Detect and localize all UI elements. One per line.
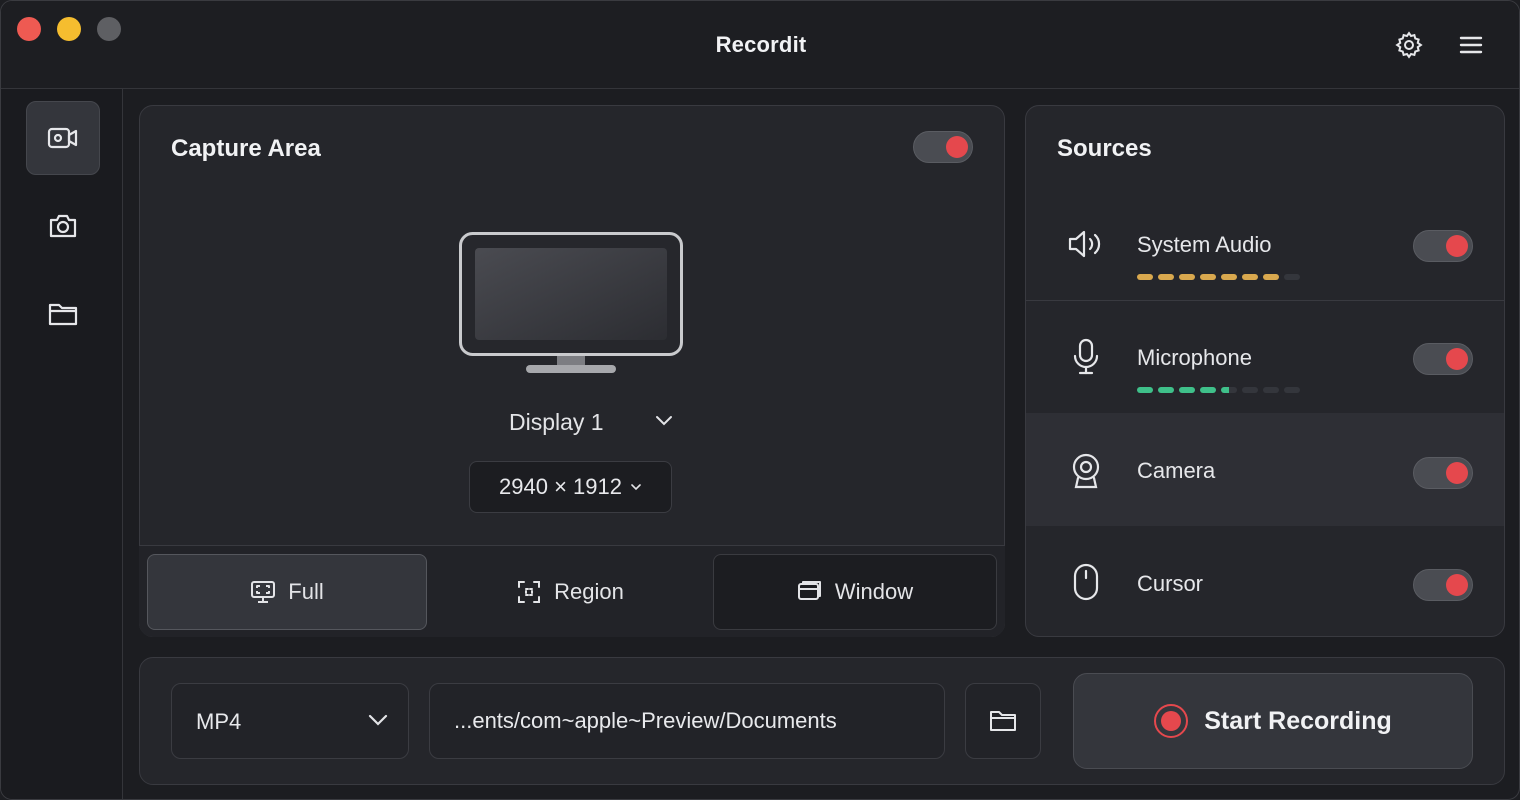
chevron-down-icon	[631, 484, 641, 491]
region-select-icon	[518, 581, 541, 603]
fullscreen-monitor-icon	[251, 581, 276, 603]
app-window: Recordit Capture Area Display 1 2940 × 1…	[0, 0, 1520, 800]
video-camera-icon	[47, 127, 78, 149]
system-audio-toggle[interactable]	[1413, 230, 1473, 262]
meter-segment	[1200, 274, 1216, 280]
webcam-icon	[1072, 453, 1100, 489]
meter-segment	[1158, 387, 1174, 393]
settings-button[interactable]	[1393, 29, 1425, 61]
mode-region-button[interactable]: Region	[435, 554, 705, 630]
camera-icon	[49, 214, 77, 238]
format-value: MP4	[196, 709, 242, 734]
microphone-level-meter	[1137, 387, 1300, 393]
start-recording-label: Start Recording	[1204, 706, 1392, 735]
meter-segment	[1263, 274, 1279, 280]
source-row-system-audio[interactable]: System Audio	[1026, 188, 1504, 301]
chevron-down-icon	[656, 416, 672, 426]
source-row-camera[interactable]: Camera	[1026, 413, 1504, 526]
microphone-toggle[interactable]	[1413, 343, 1473, 375]
source-row-cursor[interactable]: Cursor	[1026, 526, 1504, 636]
meter-segment	[1179, 274, 1195, 280]
capture-area-toggle[interactable]	[913, 131, 973, 163]
save-path-field[interactable]: ...ents/com~apple~Preview/Documents	[429, 683, 945, 759]
mouse-icon	[1073, 563, 1099, 601]
speaker-icon	[1068, 230, 1101, 258]
menu-button[interactable]	[1455, 29, 1487, 61]
display-selector[interactable]: Display 1	[509, 406, 679, 438]
title-bar: Recordit	[1, 1, 1519, 89]
cursor-toggle[interactable]	[1413, 569, 1473, 601]
source-label: Microphone	[1137, 345, 1252, 370]
meter-segment	[1221, 274, 1237, 280]
microphone-icon	[1073, 338, 1099, 375]
meter-segment	[1179, 387, 1195, 393]
system-audio-level-meter	[1137, 274, 1300, 280]
chevron-down-icon	[368, 714, 388, 726]
start-recording-button[interactable]: Start Recording	[1073, 673, 1473, 769]
mode-window-label: Window	[834, 579, 914, 604]
resolution-selector[interactable]: 2940 × 1912	[469, 461, 672, 513]
meter-segment	[1284, 387, 1300, 393]
sources-title: Sources	[1057, 135, 1152, 162]
source-label: Camera	[1137, 458, 1216, 483]
record-icon	[1154, 704, 1189, 738]
resolution-value: 2940 × 1912	[499, 474, 622, 499]
meter-segment	[1200, 387, 1216, 393]
hamburger-menu-icon	[1459, 36, 1483, 54]
meter-segment	[1284, 274, 1300, 280]
mode-full-button[interactable]: Full	[147, 554, 427, 630]
monitor-icon	[459, 232, 683, 373]
mode-region-label: Region	[554, 579, 624, 604]
meter-segment	[1137, 387, 1153, 393]
sidebar	[1, 89, 123, 799]
meter-segment	[1137, 274, 1153, 280]
sidebar-item-screenshot[interactable]	[26, 189, 100, 263]
sidebar-item-record-video[interactable]	[26, 101, 100, 175]
display-label: Display 1	[509, 408, 604, 435]
format-selector[interactable]: MP4	[171, 683, 409, 759]
window-icon	[797, 581, 821, 600]
capture-area-title: Capture Area	[171, 135, 321, 162]
sidebar-item-recordings[interactable]	[26, 277, 100, 351]
meter-segment	[1158, 274, 1174, 280]
capture-mode-selector: Full Region Window	[139, 545, 1005, 637]
meter-segment	[1242, 387, 1258, 393]
mode-window-button[interactable]: Window	[713, 554, 997, 630]
gear-icon	[1395, 31, 1423, 59]
meter-segment	[1221, 387, 1237, 393]
camera-toggle[interactable]	[1413, 457, 1473, 489]
folder-icon	[48, 303, 78, 326]
app-title: Recordit	[715, 32, 807, 57]
meter-segment	[1242, 274, 1258, 280]
source-label: System Audio	[1137, 232, 1272, 257]
source-label: Cursor	[1137, 571, 1204, 596]
choose-folder-button[interactable]	[965, 683, 1041, 759]
source-row-microphone[interactable]: Microphone	[1026, 301, 1504, 413]
mode-full-label: Full	[288, 579, 324, 604]
folder-icon	[990, 711, 1016, 731]
meter-segment	[1263, 387, 1279, 393]
sources-panel: Sources System Audio Microphone Camera C…	[1025, 105, 1505, 637]
